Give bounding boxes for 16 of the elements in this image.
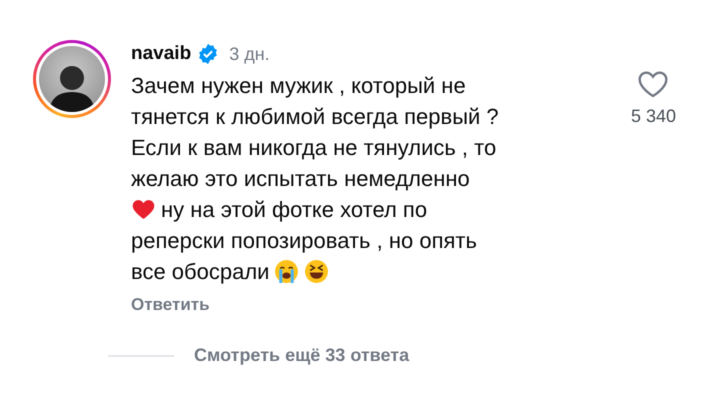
view-more-replies-button[interactable]: Смотреть ещё 33 ответа: [194, 345, 410, 366]
comment-time: 3 дн.: [229, 44, 270, 64]
comment-text: ну на этой фотке хотел по: [161, 196, 428, 224]
heart-icon: [637, 70, 670, 98]
like-count: 5 340: [630, 106, 676, 127]
comment-text: реперски попозировать , но опять: [131, 227, 477, 255]
reply-link[interactable]: Ответить: [131, 295, 210, 315]
comment-text: все обосрали: [131, 258, 270, 286]
comment-text: Зачем нужен мужик , который не: [131, 72, 466, 100]
avatar-silhouette: [39, 46, 105, 112]
comment-text: тянется к любимой всегда первый ?: [131, 103, 499, 131]
crying-face-icon: [274, 259, 300, 284]
laughing-face-icon: [304, 259, 330, 284]
username[interactable]: navaib: [131, 43, 192, 65]
comment-text: Если к вам никогда не тянулись , то: [131, 134, 496, 162]
comment-text: желаю это испытать немедленно: [131, 165, 470, 193]
